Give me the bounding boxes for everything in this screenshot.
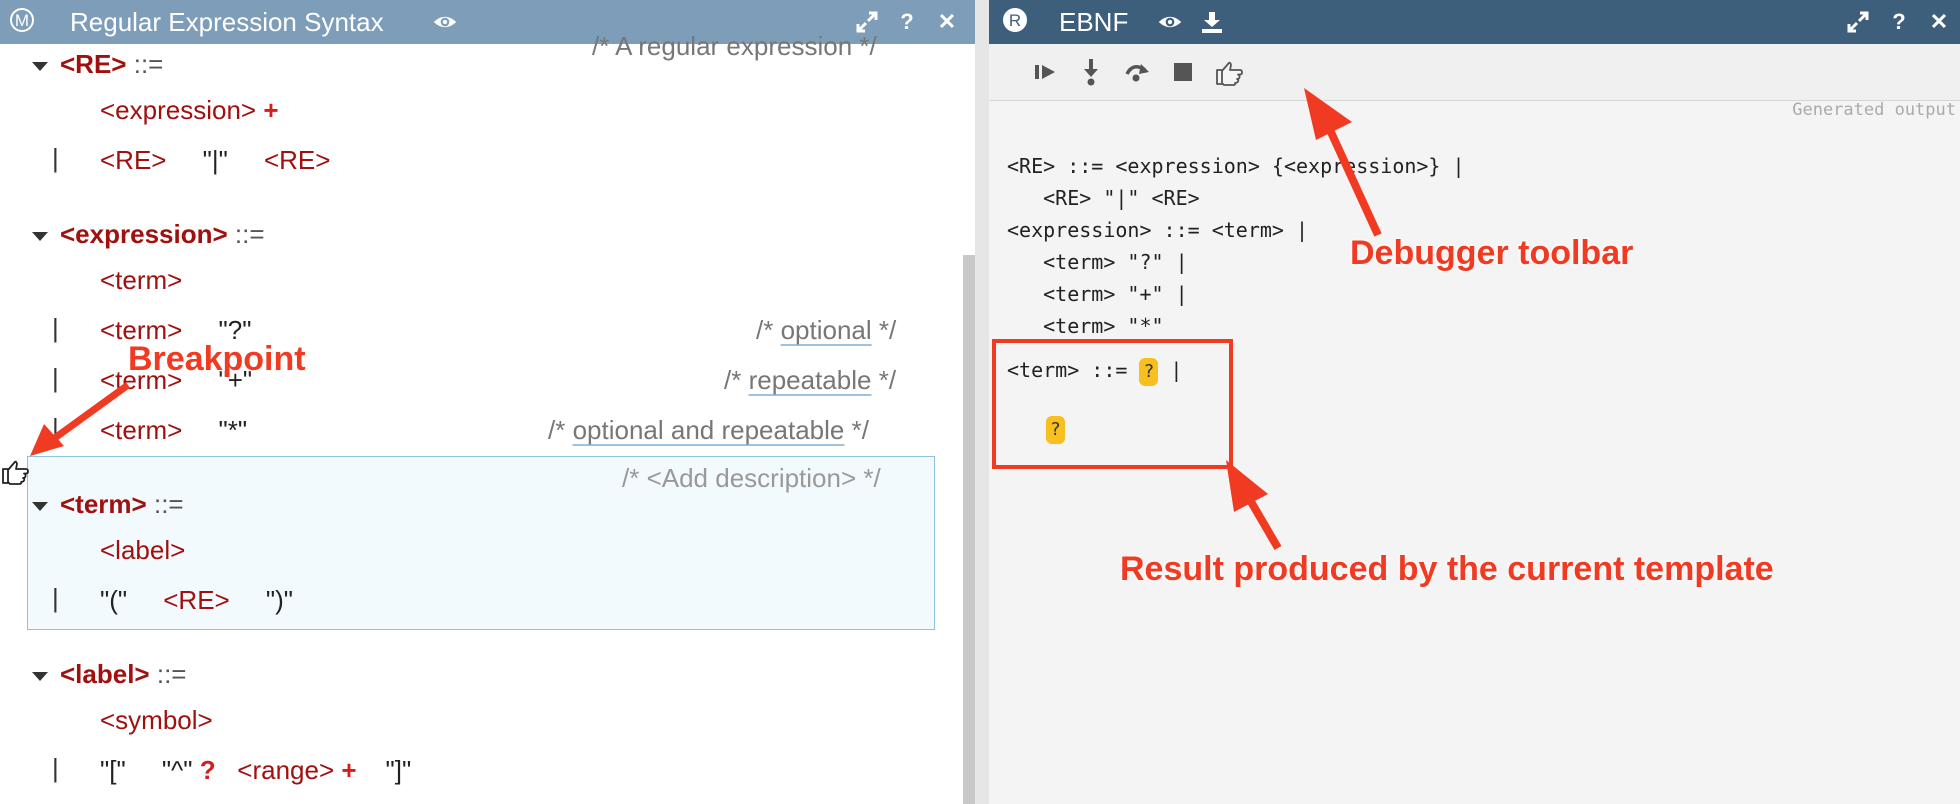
alt-bar: | [52,363,59,393]
output-line: <term> "*" [1007,314,1164,338]
eye-icon[interactable] [432,9,458,35]
close-icon[interactable]: ✕ [934,9,960,35]
collapse-triangle-icon[interactable] [32,501,48,511]
term-alt-2[interactable]: "(" <RE> ")" [100,584,293,616]
alt-bar: | [52,583,59,613]
optional-comment: /* optional */ [756,315,897,345]
right-titlebar: R EBNF ? ✕ [989,0,1960,44]
resume-icon[interactable] [1029,56,1061,88]
expand-icon[interactable] [1845,9,1871,35]
term-alt-1[interactable]: <label> [100,534,185,566]
breakpoint-annotation: Breakpoint [128,340,306,378]
report-badge: R [1003,8,1027,32]
eye-icon[interactable] [1157,9,1183,35]
panel-divider[interactable] [975,0,989,804]
collapse-triangle-icon[interactable] [32,671,48,681]
label-alt-2[interactable]: "[" "^" ? <range> + "]" [100,754,411,786]
alt-bar: | [52,313,59,343]
expression-alt-4[interactable]: <term> "*" [100,414,247,446]
rule-label[interactable]: <label> ::= [32,658,187,690]
stop-icon[interactable] [1167,56,1199,88]
rule-term[interactable]: <term> ::= [32,488,184,520]
re-alt-2[interactable]: <RE> "|" <RE> [100,144,330,176]
left-scrollbar-thumb[interactable] [963,255,975,804]
generated-output-label: Generated output [1792,100,1956,120]
output-line: <expression> ::= <term> | [1007,218,1309,242]
breakpoint-hand-icon[interactable] [1213,56,1245,88]
collapse-triangle-icon[interactable] [32,61,48,71]
model-badge: M [10,8,34,32]
result-annotation: Result produced by the current template [1120,550,1774,588]
help-icon[interactable]: ? [894,9,920,35]
optional-repeatable-comment: /* optional and repeatable */ [548,415,869,445]
label-alt-1[interactable]: <symbol> [100,704,213,736]
debugger-toolbar-annotation: Debugger toolbar [1350,234,1634,272]
step-over-icon[interactable] [1121,56,1153,88]
collapse-triangle-icon[interactable] [32,231,48,241]
output-line: <term> "?" | [1007,250,1188,274]
output-line: <RE> ::= <expression> {<expression>} | [1007,154,1465,178]
expression-alt-1[interactable]: <term> [100,264,182,296]
result-highlight-box [992,339,1233,469]
rule-expression[interactable]: <expression> ::= [32,218,265,250]
alt-bar: | [52,143,59,173]
debugger-toolbar [989,44,1960,101]
repeatable-comment: /* repeatable */ [724,365,897,395]
grammar-editor-panel: M Regular Expression Syntax ? ✕ /* A reg… [0,0,975,804]
breakpoint-hand-icon[interactable] [0,456,30,488]
output-line: <RE> "|" <RE> [1007,186,1200,210]
term-description-comment[interactable]: /* <Add description> */ [622,462,881,494]
grammar-rules: /* A regular expression */ <RE> ::= <exp… [0,31,960,804]
alt-bar: | [52,753,59,783]
output-line: <term> "+" | [1007,282,1188,306]
step-into-icon[interactable] [1075,56,1107,88]
right-panel-title: EBNF [1059,7,1129,37]
left-panel-title: Regular Expression Syntax [70,7,384,37]
re-alt-1[interactable]: <expression> + [100,94,279,126]
download-icon[interactable] [1199,9,1225,35]
help-icon[interactable]: ? [1886,9,1912,35]
close-icon[interactable]: ✕ [1926,9,1952,35]
re-comment: /* A regular expression */ [592,31,877,61]
alt-bar: | [52,413,59,443]
rule-re[interactable]: <RE> ::= [32,48,163,80]
